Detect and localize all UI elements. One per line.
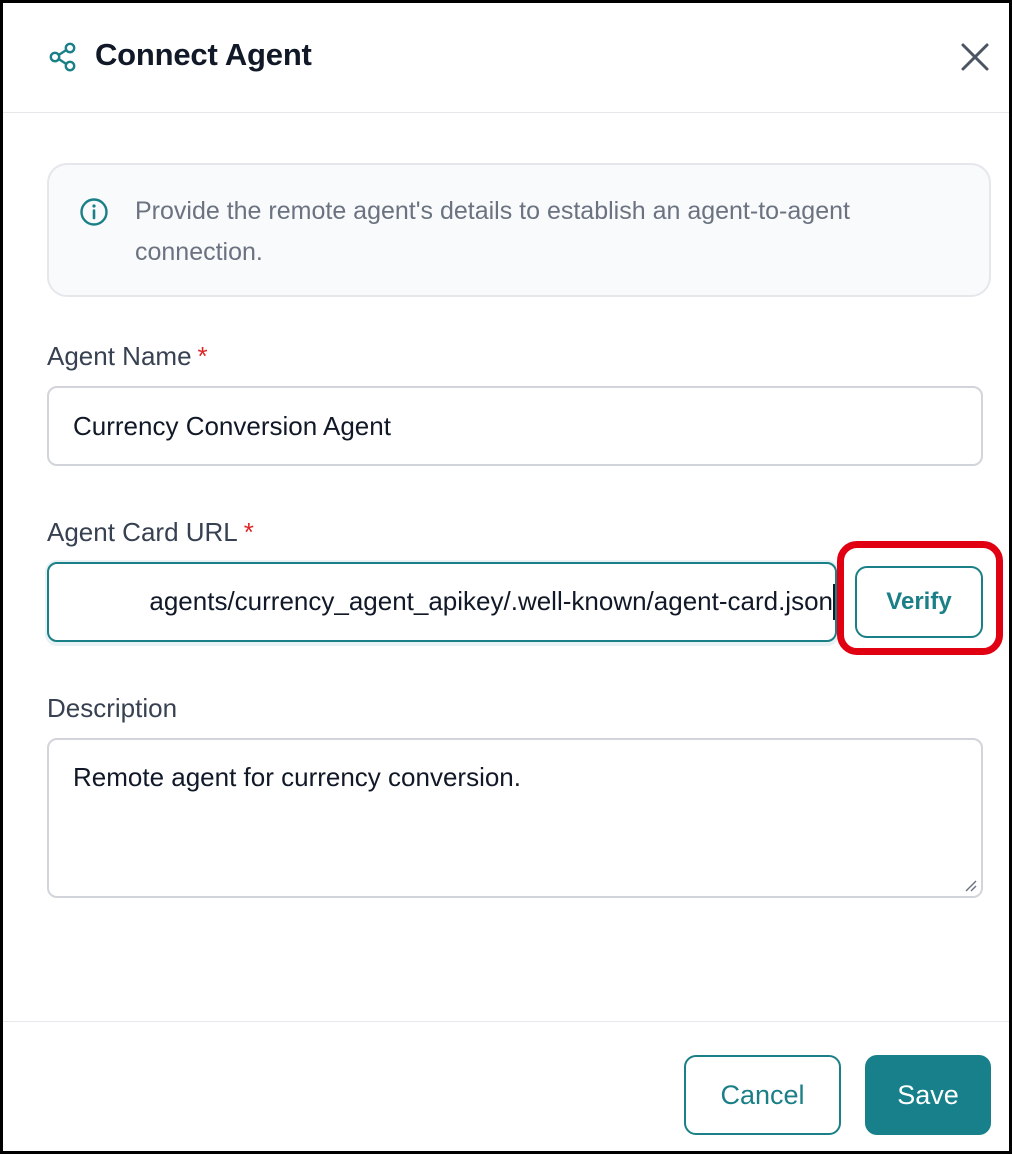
dialog-header: Connect Agent	[3, 3, 1009, 113]
share-icon	[49, 42, 76, 72]
required-mark: *	[243, 517, 254, 547]
resize-handle-icon[interactable]	[961, 876, 977, 892]
description-value: Remote agent for currency conversion.	[73, 762, 521, 792]
agent-card-url-label-text: Agent Card URL	[47, 517, 238, 547]
info-banner: Provide the remote agent's details to es…	[47, 163, 991, 297]
connect-agent-dialog: Connect Agent Provide the remote agent's…	[0, 0, 1012, 1154]
agent-card-url-value: agents/currency_agent_apikey/.well-known…	[149, 586, 833, 616]
description-textarea[interactable]: Remote agent for currency conversion.	[47, 738, 983, 898]
close-icon	[961, 43, 989, 71]
footer-divider	[3, 1021, 1009, 1022]
required-mark: *	[197, 341, 208, 371]
text-caret	[833, 584, 835, 620]
cancel-button[interactable]: Cancel	[684, 1055, 841, 1135]
description-label: Description	[47, 693, 178, 723]
save-button[interactable]: Save	[865, 1055, 991, 1135]
agent-name-label-text: Agent Name	[47, 341, 192, 371]
close-button[interactable]	[955, 37, 995, 77]
verify-button[interactable]: Verify	[855, 566, 983, 638]
info-text: Provide the remote agent's details to es…	[135, 197, 850, 266]
agent-card-url-label: Agent Card URL *	[47, 517, 254, 548]
agent-card-url-input[interactable]: agents/currency_agent_apikey/.well-known…	[47, 562, 837, 642]
agent-name-label: Agent Name *	[47, 341, 208, 372]
info-icon	[80, 198, 108, 226]
dialog-title: Connect Agent	[95, 37, 312, 72]
agent-name-input[interactable]	[47, 386, 983, 466]
agent-card-url-focus-ring: agents/currency_agent_apikey/.well-known…	[45, 560, 839, 646]
